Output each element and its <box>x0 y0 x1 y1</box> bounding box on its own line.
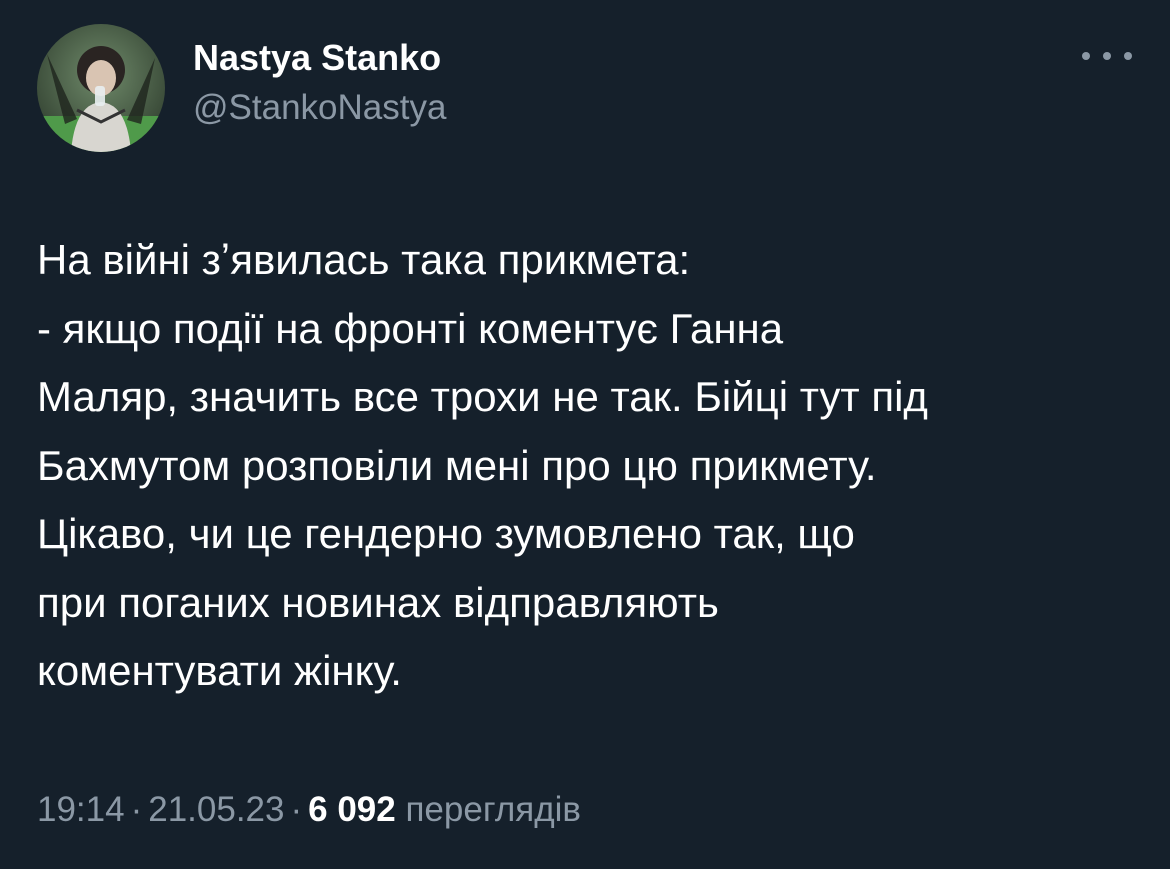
avatar[interactable] <box>37 24 165 152</box>
tweet-time[interactable]: 19:14 <box>37 790 125 829</box>
meta-separator: · <box>290 790 303 829</box>
author-handle[interactable]: @StankoNastya <box>193 86 446 130</box>
more-options-button[interactable] <box>1082 44 1132 68</box>
more-horizontal-icon <box>1124 52 1132 60</box>
tweet-text: На війні зʼявилась така прикмета: - якщо… <box>37 236 928 694</box>
profile-photo-icon <box>37 24 165 152</box>
tweet-date[interactable]: 21.05.23 <box>148 790 284 829</box>
more-horizontal-icon <box>1082 52 1090 60</box>
views-count[interactable]: 6 092 <box>308 790 396 829</box>
meta-separator: · <box>130 790 143 829</box>
tweet: Nastya Stanko @StankoNastya На війні зʼя… <box>0 0 1170 869</box>
views-label[interactable]: переглядів <box>405 790 581 829</box>
author-display-name[interactable]: Nastya Stanko <box>193 36 446 80</box>
tweet-meta: 19:14 · 21.05.23 · 6 092 переглядів <box>37 788 581 832</box>
more-horizontal-icon <box>1103 52 1111 60</box>
author-block: Nastya Stanko @StankoNastya <box>193 36 446 130</box>
